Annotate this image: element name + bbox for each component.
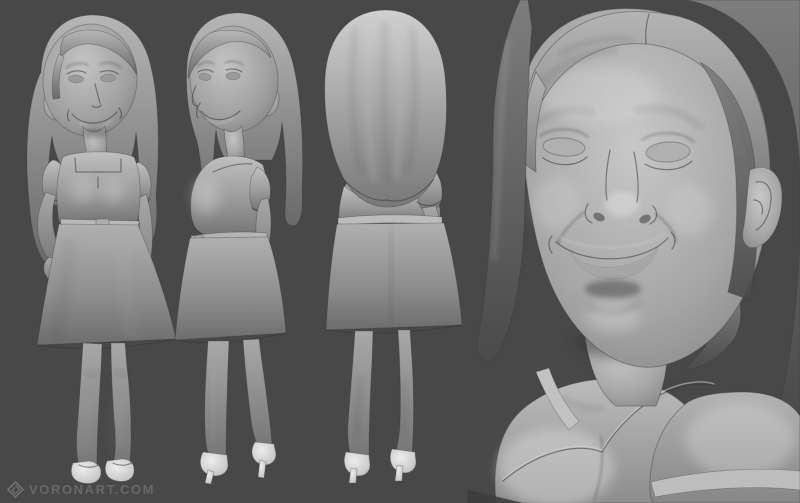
hair-back xyxy=(324,9,447,208)
chin xyxy=(585,302,641,332)
flat-shoe xyxy=(104,458,135,482)
leg xyxy=(204,340,230,458)
flat-shoe xyxy=(70,460,102,484)
skirt xyxy=(325,222,463,331)
skirt xyxy=(174,236,287,341)
sculpt-render-canvas: VORONART.COM xyxy=(0,0,800,503)
nose-tip xyxy=(605,191,639,217)
sculpt-artwork xyxy=(0,0,800,503)
eye xyxy=(225,71,241,81)
